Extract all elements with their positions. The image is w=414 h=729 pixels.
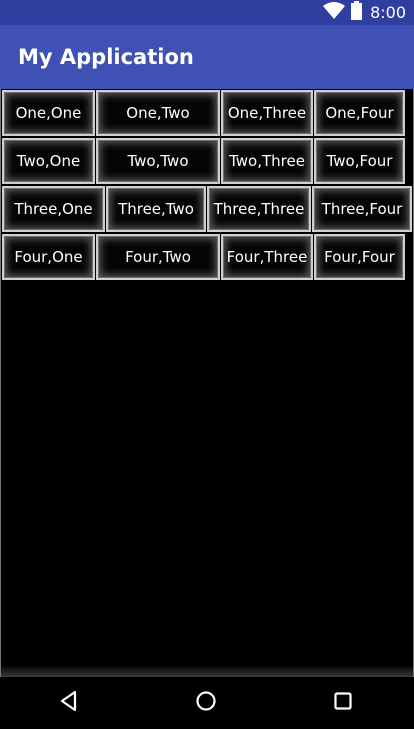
table-cell[interactable]: One,Four — [314, 90, 405, 136]
back-button[interactable] — [39, 677, 99, 729]
wifi-icon — [323, 1, 346, 24]
recents-icon — [333, 691, 353, 715]
app-title: My Application — [18, 45, 194, 69]
table-cell[interactable]: One,Two — [96, 90, 220, 136]
status-time: 8:00 — [370, 3, 406, 22]
table-row: Three,One Three,Two Three,Three Three,Fo… — [2, 185, 414, 233]
home-button[interactable] — [176, 677, 236, 729]
table-cell[interactable]: Four,Three — [221, 234, 313, 280]
table-cell[interactable]: Two,Two — [96, 138, 220, 184]
table-cell[interactable]: Two,Four — [314, 138, 405, 184]
nav-bar — [0, 677, 414, 729]
recents-button[interactable] — [313, 677, 373, 729]
status-icons: 8:00 — [323, 0, 406, 25]
table-cell[interactable]: Four,Two — [96, 234, 220, 280]
table-cell[interactable]: Two,One — [2, 138, 95, 184]
table-cell[interactable]: Three,Three — [207, 186, 311, 232]
app-bar: My Application — [0, 25, 414, 89]
table-cell[interactable]: Three,Two — [106, 186, 206, 232]
back-icon — [58, 690, 80, 716]
table-row: Four,One Four,Two Four,Three Four,Four — [2, 233, 414, 281]
table-cell[interactable]: Four,One — [2, 234, 95, 280]
table-cell[interactable]: Three,One — [2, 186, 105, 232]
battery-icon — [351, 1, 363, 24]
scroll-edge-glow — [1, 665, 413, 677]
table-cell[interactable]: Four,Four — [314, 234, 405, 280]
home-icon — [195, 690, 217, 716]
table-layout: One,One One,Two One,Three One,Four Two,O… — [0, 89, 414, 677]
table-cell[interactable]: One,Three — [221, 90, 313, 136]
table-row: Two,One Two,Two Two,Three Two,Four — [2, 137, 414, 185]
table-cell[interactable]: Three,Four — [312, 186, 412, 232]
table-cell[interactable]: One,One — [2, 90, 95, 136]
table-cell[interactable]: Two,Three — [221, 138, 313, 184]
table-row: One,One One,Two One,Three One,Four — [2, 89, 414, 137]
status-bar: 8:00 — [0, 0, 414, 25]
